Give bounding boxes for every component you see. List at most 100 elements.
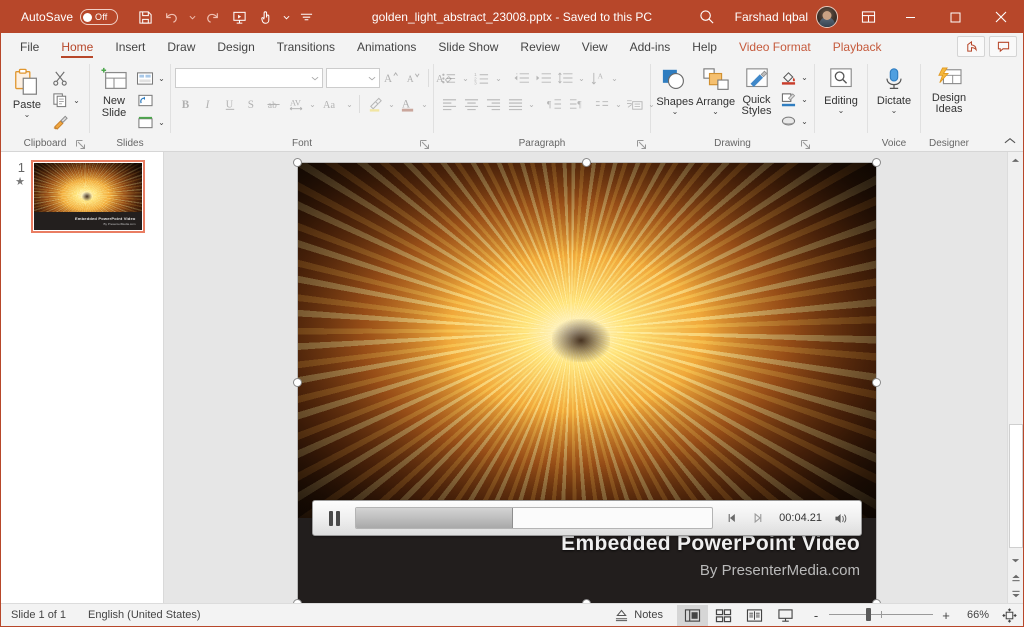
tab-insert[interactable]: Insert <box>104 33 156 60</box>
next-slide-icon[interactable] <box>1008 586 1024 603</box>
zoom-slider-knob[interactable] <box>866 608 872 621</box>
dictate-dropdown-icon[interactable]: ⌄ <box>891 107 898 115</box>
close-button[interactable] <box>978 1 1023 33</box>
slide-sorter-view-button[interactable] <box>708 605 739 626</box>
redo-icon[interactable] <box>199 5 225 29</box>
search-icon[interactable] <box>687 1 727 33</box>
copy-dropdown-icon[interactable]: ⌄ <box>71 89 82 111</box>
paste-dropdown-icon[interactable]: ⌄ <box>24 111 31 119</box>
tab-design[interactable]: Design <box>206 33 265 60</box>
tab-view[interactable]: View <box>571 33 619 60</box>
strikethrough-button[interactable]: ab <box>263 93 285 115</box>
language-indicator[interactable]: English (United States) <box>76 604 211 627</box>
user-name-label[interactable]: Farshad Iqbal <box>727 10 816 24</box>
minimize-button[interactable] <box>888 1 933 33</box>
tab-draw[interactable]: Draw <box>156 33 206 60</box>
text-direction-dropdown-icon[interactable]: ⌄ <box>609 67 620 89</box>
italic-button[interactable]: I <box>197 93 219 115</box>
decrease-indent-button[interactable] <box>510 67 532 89</box>
video-playback-bar[interactable]: 00:04.21 <box>312 500 862 536</box>
tab-animations[interactable]: Animations <box>346 33 427 60</box>
shape-effects-button[interactable] <box>777 110 799 132</box>
section-button[interactable] <box>134 111 156 133</box>
fit-to-window-button[interactable] <box>995 605 1023 626</box>
paragraph-dialog-launcher-icon[interactable] <box>636 139 647 150</box>
tab-file[interactable]: File <box>9 33 50 60</box>
copy-button[interactable] <box>49 89 71 111</box>
justify-dropdown-icon[interactable]: ⌄ <box>526 93 537 115</box>
scroll-down-icon[interactable] <box>1008 552 1024 569</box>
vertical-align-button[interactable] <box>591 93 613 115</box>
align-left-button[interactable] <box>438 93 460 115</box>
bullets-button[interactable] <box>438 67 460 89</box>
editing-dropdown-icon[interactable]: ⌄ <box>838 107 845 115</box>
reset-button[interactable] <box>134 89 156 111</box>
change-case-dropdown-icon[interactable]: ⌄ <box>344 93 355 115</box>
avatar[interactable] <box>816 6 838 28</box>
start-presentation-icon[interactable] <box>226 5 252 29</box>
align-right-button[interactable] <box>482 93 504 115</box>
zoom-percent-label[interactable]: 66% <box>955 609 989 621</box>
zoom-out-button[interactable]: - <box>807 605 825 625</box>
touch-mode-dropdown-icon[interactable] <box>280 5 292 29</box>
new-slide-button[interactable]: New Slide <box>94 65 134 119</box>
reading-view-button[interactable] <box>739 605 770 626</box>
comments-button[interactable] <box>989 36 1017 57</box>
character-spacing-dropdown-icon[interactable]: ⌄ <box>307 93 318 115</box>
bold-button[interactable]: B <box>175 93 197 115</box>
align-text-button[interactable]: ¶ <box>565 93 587 115</box>
section-dropdown-icon[interactable]: ⌄ <box>156 111 167 133</box>
increase-indent-button[interactable] <box>532 67 554 89</box>
dictate-button[interactable]: Dictate ⌄ <box>872 65 916 115</box>
selection-handle-n[interactable] <box>582 158 591 167</box>
customize-qat-icon[interactable] <box>293 5 319 29</box>
tab-review[interactable]: Review <box>509 33 570 60</box>
scroll-up-icon[interactable] <box>1008 152 1024 169</box>
text-highlight-dropdown-icon[interactable]: ⌄ <box>386 93 397 115</box>
line-spacing-button[interactable] <box>554 67 576 89</box>
design-ideas-button[interactable]: Design Ideas <box>925 65 973 115</box>
save-icon[interactable] <box>132 5 158 29</box>
zoom-in-button[interactable]: + <box>937 605 955 625</box>
character-spacing-button[interactable]: AV <box>285 93 307 115</box>
next-frame-icon[interactable] <box>745 505 769 531</box>
zoom-slider[interactable] <box>829 605 933 625</box>
text-highlight-color-button[interactable] <box>364 93 386 115</box>
autosave-toggle[interactable]: Off <box>80 9 119 25</box>
slide-canvas[interactable]: Embedded PowerPoint Video By PresenterMe… <box>164 152 1023 603</box>
selection-handle-w[interactable] <box>293 378 302 387</box>
font-dialog-launcher-icon[interactable] <box>419 139 430 150</box>
tab-transitions[interactable]: Transitions <box>266 33 346 60</box>
numbering-button[interactable]: 123 <box>471 67 493 89</box>
maximize-button[interactable] <box>933 1 978 33</box>
layout-dropdown-icon[interactable]: ⌄ <box>156 67 167 89</box>
selection-handle-s[interactable] <box>582 599 591 603</box>
autosave-control[interactable]: AutoSave Off <box>21 9 119 25</box>
ribbon-display-options-icon[interactable] <box>848 1 888 33</box>
vertical-scrollbar[interactable] <box>1007 152 1023 603</box>
tab-add-ins[interactable]: Add-ins <box>619 33 682 60</box>
tab-video-format[interactable]: Video Format <box>728 33 822 60</box>
collapse-ribbon-button[interactable] <box>1002 134 1018 148</box>
pause-icon[interactable] <box>321 505 347 531</box>
slide-show-button[interactable] <box>770 605 801 626</box>
increase-font-size-button[interactable]: A <box>380 67 402 89</box>
numbering-dropdown-icon[interactable]: ⌄ <box>493 67 504 89</box>
tab-playback[interactable]: Playback <box>822 33 893 60</box>
change-case-button[interactable]: Aa <box>318 93 344 115</box>
columns-button[interactable]: ¶ <box>543 93 565 115</box>
notes-button[interactable]: Notes <box>604 604 677 627</box>
scrollbar-thumb[interactable] <box>1008 424 1023 548</box>
shapes-button[interactable]: Shapes ⌄ <box>655 65 695 116</box>
font-name-input[interactable] <box>175 68 323 88</box>
line-spacing-dropdown-icon[interactable]: ⌄ <box>576 67 587 89</box>
video-progress-slider[interactable] <box>355 507 714 529</box>
arrange-button[interactable]: Arrange ⌄ <box>695 65 736 116</box>
undo-icon[interactable] <box>159 5 185 29</box>
cut-button[interactable] <box>49 67 71 89</box>
decrease-font-size-button[interactable]: A <box>402 67 424 89</box>
share-button[interactable] <box>957 36 985 57</box>
selection-handle-nw[interactable] <box>293 158 302 167</box>
slide-indicator[interactable]: Slide 1 of 1 <box>1 604 76 627</box>
underline-button[interactable]: U <box>219 93 241 115</box>
